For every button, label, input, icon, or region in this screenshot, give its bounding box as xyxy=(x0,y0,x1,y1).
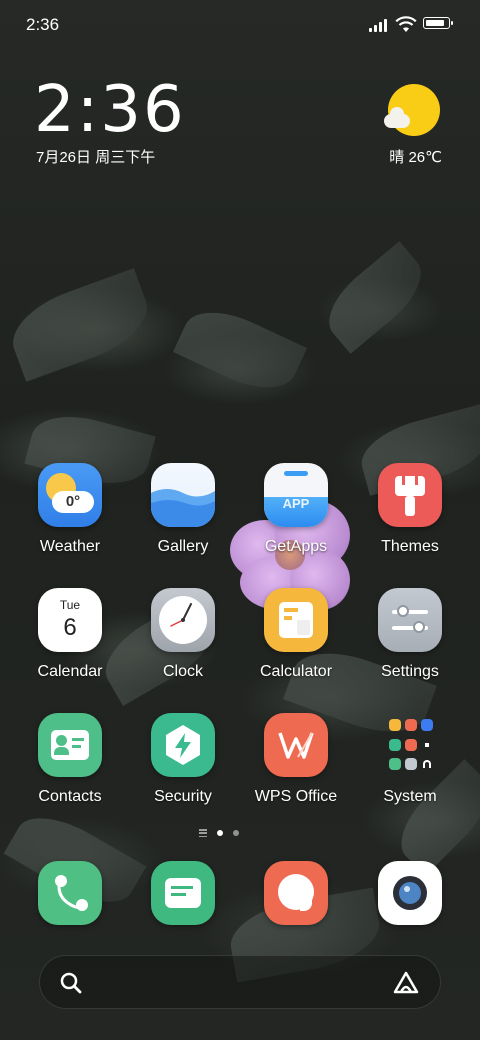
app-getapps[interactable]: APP GetApps xyxy=(248,463,344,556)
battery-icon xyxy=(423,17,453,29)
app-label-weather: Weather xyxy=(39,538,101,555)
status-bar: 2:36 xyxy=(0,0,480,50)
wps-office-icon xyxy=(264,713,328,777)
app-label-calendar: Calendar xyxy=(37,663,103,680)
weather-icon-temp: 0° xyxy=(52,491,94,513)
app-gallery[interactable]: Gallery xyxy=(135,463,231,556)
calendar-icon-date: 6 xyxy=(63,614,77,641)
browser-icon xyxy=(264,861,328,925)
app-label-security: Security xyxy=(154,788,212,805)
dock-camera[interactable] xyxy=(362,861,458,925)
app-label-calculator: Calculator xyxy=(259,663,333,680)
app-label-contacts: Contacts xyxy=(38,788,102,805)
settings-icon xyxy=(378,588,442,652)
wifi-icon xyxy=(395,16,417,32)
page-indicator[interactable] xyxy=(199,829,239,837)
dock-phone[interactable] xyxy=(22,861,118,925)
weather-icon: 0° xyxy=(38,463,102,527)
app-weather[interactable]: 0° Weather xyxy=(22,463,118,556)
phone-icon xyxy=(38,861,102,925)
contacts-icon xyxy=(38,713,102,777)
calculator-icon xyxy=(264,588,328,652)
search-bar[interactable] xyxy=(39,955,441,1009)
themes-icon xyxy=(378,463,442,527)
calendar-icon-day: Tue xyxy=(59,598,81,612)
app-label-gallery: Gallery xyxy=(157,538,209,555)
dock-messages[interactable] xyxy=(135,861,231,925)
app-label-themes: Themes xyxy=(381,538,439,555)
app-settings[interactable]: Settings xyxy=(362,588,458,681)
getapps-icon-text: APP xyxy=(282,496,310,511)
clock-widget-date[interactable]: 7月26日 周三下午 xyxy=(36,146,155,167)
app-label-getapps: GetApps xyxy=(264,538,328,555)
clock-widget-time[interactable]: 2:36 xyxy=(34,72,186,148)
app-calendar[interactable]: Tue 6 Calendar xyxy=(22,588,118,681)
page-dot-2[interactable] xyxy=(233,830,239,836)
app-clock[interactable]: Clock xyxy=(135,588,231,681)
camera-icon xyxy=(378,861,442,925)
cellular-signal-icon xyxy=(369,18,387,32)
gallery-icon xyxy=(151,463,215,527)
security-icon xyxy=(151,713,215,777)
assistant-icon[interactable] xyxy=(392,970,420,996)
app-label-settings: Settings xyxy=(381,663,439,680)
app-calculator[interactable]: Calculator xyxy=(248,588,344,681)
getapps-icon: APP xyxy=(264,463,328,527)
app-system-folder[interactable]: System xyxy=(362,713,458,806)
app-label-clock: Clock xyxy=(162,663,203,680)
page-dot-1[interactable] xyxy=(217,830,223,836)
system-folder-icon xyxy=(378,713,442,777)
weather-widget-text[interactable]: 晴 26℃ xyxy=(389,146,442,167)
sunny-cloud-icon xyxy=(384,84,440,136)
app-security[interactable]: Security xyxy=(135,713,231,806)
page-indicator-menu-icon xyxy=(199,829,207,837)
weather-widget[interactable] xyxy=(384,84,444,136)
app-contacts[interactable]: Contacts xyxy=(22,713,118,806)
app-label-system: System xyxy=(383,788,437,805)
status-time: 2:36 xyxy=(26,15,60,34)
messages-icon xyxy=(151,861,215,925)
app-wps-office[interactable]: WPS Office xyxy=(248,713,344,806)
clock-icon xyxy=(151,588,215,652)
calendar-icon: Tue 6 xyxy=(38,588,102,652)
dock-browser[interactable] xyxy=(248,861,344,925)
app-themes[interactable]: Themes xyxy=(362,463,458,556)
app-label-wps-office: WPS Office xyxy=(254,788,338,805)
search-icon[interactable] xyxy=(60,972,82,994)
